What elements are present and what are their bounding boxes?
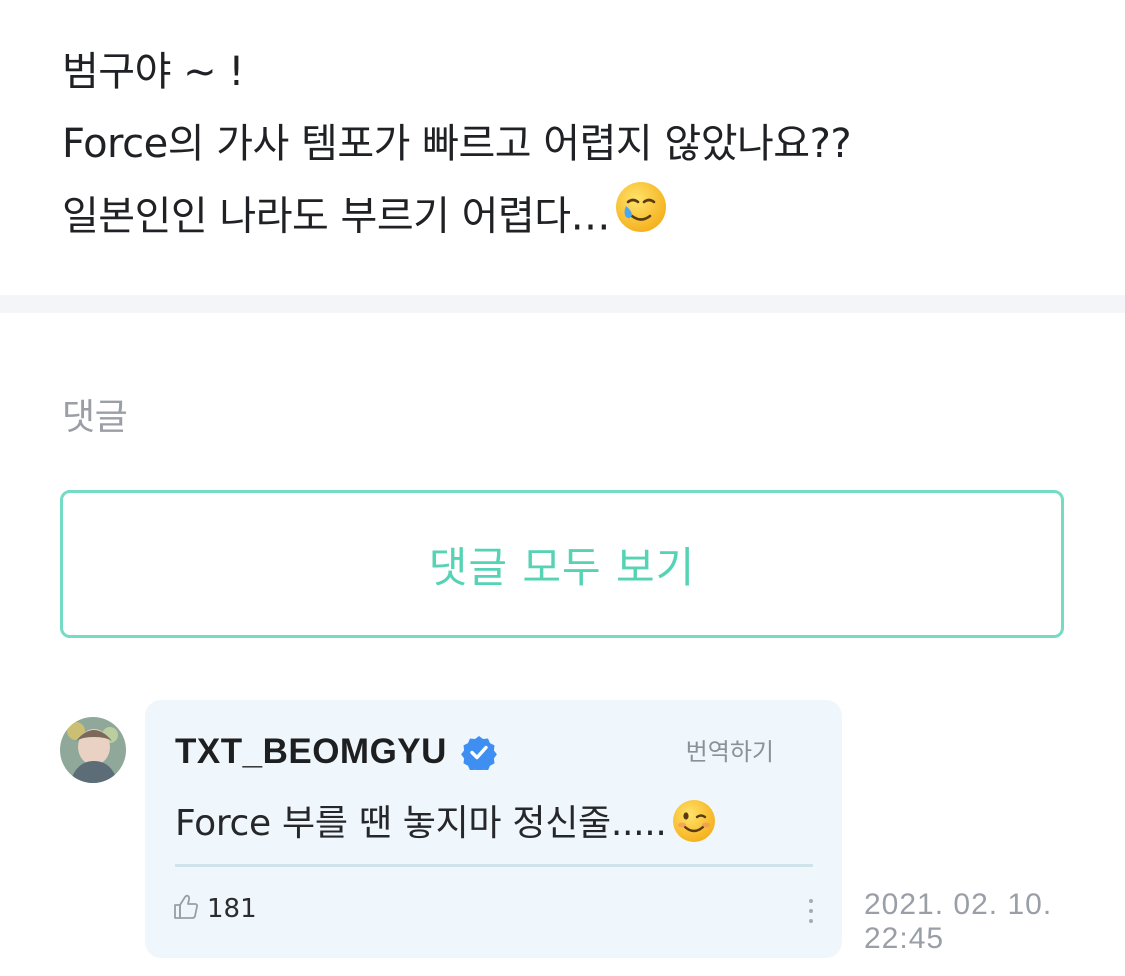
comment-time: 22:45 [864, 922, 945, 955]
translate-link[interactable]: 번역하기 [686, 732, 774, 767]
comment-divider [175, 864, 813, 867]
post-line: Force의 가사 템포가 빠르고 어렵지 않았나요?? [62, 121, 852, 167]
comment-text: Force 부를 땐 놓지마 정신줄..... [175, 803, 667, 844]
comment-author[interactable]: TXT_BEOMGYU [175, 732, 447, 772]
post-line-with-emoji: 일본인인 나라도 부르기 어렵다… [62, 180, 1062, 257]
comment-timestamp: 2021. 02. 10. 22:45 [864, 888, 1084, 956]
avatar[interactable] [60, 717, 126, 783]
like-count: 181 [207, 894, 257, 924]
page: 범구야 ~ ! Force의 가사 템포가 빠르고 어렵지 않았나요?? 일본인… [0, 0, 1125, 976]
post-line: 범구야 ~ ! [62, 49, 244, 95]
post-body: 범구야 ~ ! Force의 가사 템포가 빠르고 어렵지 않았나요?? 일본인… [62, 36, 1062, 257]
view-all-comments-button[interactable]: 댓글 모두 보기 [60, 490, 1064, 638]
like-button[interactable]: 181 [171, 892, 257, 926]
section-divider [0, 295, 1125, 313]
comments-heading: 댓글 [62, 397, 128, 438]
comment-date: 2021. 02. 10. [864, 888, 1053, 921]
winking-face-icon [671, 798, 717, 853]
more-options-icon[interactable] [804, 896, 818, 926]
thumbs-up-icon [171, 892, 201, 926]
comment-author-row: TXT_BEOMGYU [175, 732, 497, 773]
smiling-face-with-tear-icon [614, 180, 668, 257]
comment-text-row: Force 부를 땐 놓지마 정신줄..... [175, 794, 717, 853]
comment-card: TXT_BEOMGYU 번역하기 Force 부를 땐 놓지마 정신줄..... [145, 700, 842, 958]
post-line-text: 일본인인 나라도 부르기 어렵다… [62, 193, 611, 240]
verified-badge-icon [461, 734, 497, 773]
